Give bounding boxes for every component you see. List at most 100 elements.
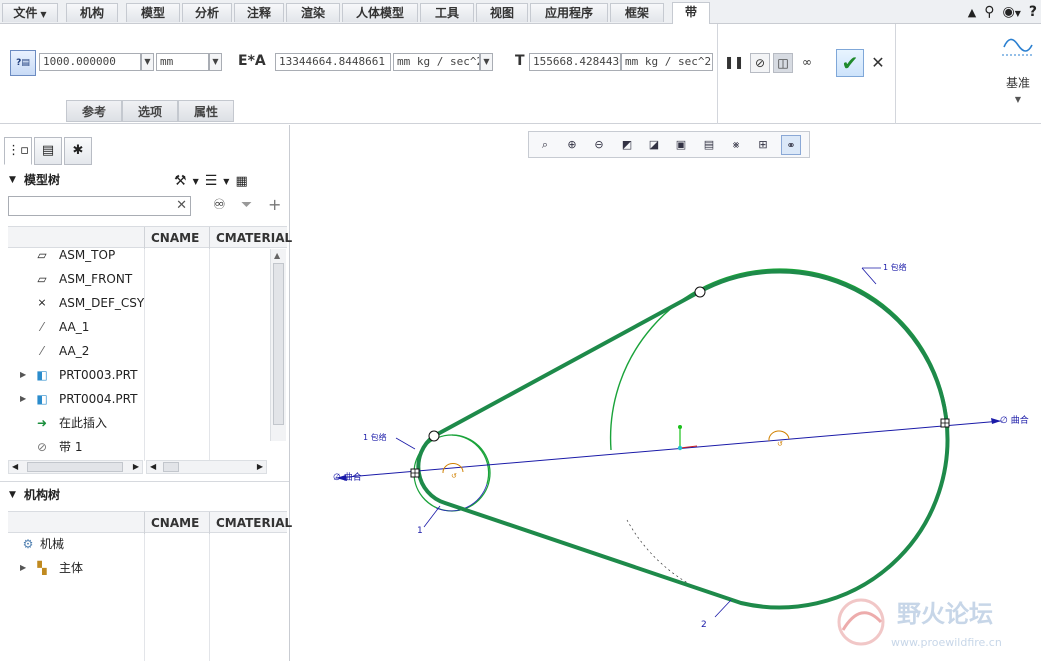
menu-file[interactable]: 文件 ▼: [2, 3, 58, 22]
model-tree-hscrollbar-1[interactable]: ◀ ▶: [8, 460, 143, 474]
no-preview-icon[interactable]: ⊘: [750, 53, 770, 73]
tree-item-asm-def-csys[interactable]: ⨯ ASM_DEF_CSYS: [8, 291, 145, 315]
plane-label-left[interactable]: ∅ 曲合: [333, 471, 362, 483]
mech-item-bodies[interactable]: ▶ ▚ 主体: [8, 556, 138, 580]
refit-icon[interactable]: ⌕: [535, 135, 555, 155]
tangent-point-small[interactable]: [428, 430, 440, 442]
find-binoculars-icon[interactable]: ♾: [213, 197, 226, 213]
saved-orientations-icon[interactable]: ▣: [671, 135, 691, 155]
ok-checkmark-button[interactable]: ✔: [836, 49, 864, 77]
menu-view[interactable]: 视图: [476, 3, 528, 22]
annotation-display-icon[interactable]: ⊞: [753, 135, 773, 155]
cancel-x-button[interactable]: ✕: [868, 53, 888, 73]
tab-references[interactable]: 参考: [66, 100, 122, 122]
elastic-modulus-field[interactable]: 1000.000000: [39, 53, 141, 71]
scroll-left-icon[interactable]: ◀: [150, 461, 156, 473]
scroll-thumb[interactable]: [163, 462, 179, 472]
menu-tools[interactable]: 工具: [420, 3, 474, 22]
tree-item-belt-1[interactable]: ⊘ 带 1: [8, 435, 268, 459]
collapse-triangle-icon[interactable]: ▼: [9, 167, 16, 193]
view-manager-icon[interactable]: ▤: [699, 135, 719, 155]
column-cmaterial[interactable]: CMATERIAL: [216, 512, 292, 534]
add-column-icon[interactable]: +: [268, 195, 281, 214]
graphics-canvas[interactable]: ↺ ↺ 1 包络 1 包络 ∅ 曲合 ∅ 曲合 1 2 野火论坛 www.pro…: [291, 160, 1041, 661]
elastic-modulus-unit[interactable]: mm: [156, 53, 209, 71]
app-menu-icon[interactable]: ◉▼: [1003, 4, 1021, 20]
segment-number-1[interactable]: 1: [417, 526, 423, 536]
plane-label-right[interactable]: ∅ 曲合: [1000, 414, 1029, 426]
show-list-icon[interactable]: ☰: [205, 173, 218, 189]
scroll-up-icon[interactable]: ▲: [274, 251, 280, 260]
menu-framework[interactable]: 框架: [610, 3, 664, 22]
t-value-field[interactable]: 155668.4284436: [529, 53, 621, 71]
tree-item-aa-2[interactable]: ⁄ AA_2: [8, 339, 268, 363]
menu-analysis[interactable]: 分析: [182, 3, 232, 22]
tree-item-aa-1[interactable]: ⁄ AA_1: [8, 315, 268, 339]
mech-item-mechanism[interactable]: ⚙ 机械: [0, 532, 124, 556]
verify-mode-icon[interactable]: ◫: [773, 53, 793, 73]
collapse-triangle-icon[interactable]: ▼: [9, 482, 16, 508]
scroll-thumb[interactable]: [27, 462, 123, 472]
menu-belt[interactable]: 带: [672, 2, 710, 24]
menu-applications[interactable]: 应用程序: [530, 3, 608, 22]
mechanism-tree-header[interactable]: ▼ 机构树: [0, 481, 289, 507]
chevron-down-icon[interactable]: ▼: [996, 95, 1040, 104]
search-icon[interactable]: ⚲: [984, 4, 994, 20]
wrap-label-large[interactable]: 1 包络: [883, 262, 907, 272]
expand-triangle-icon[interactable]: ▶: [20, 556, 26, 580]
clear-icon[interactable]: ✕: [176, 197, 187, 215]
wrap-label-small[interactable]: 1 包络: [363, 432, 387, 442]
value-dropdown-arrow[interactable]: ▼: [141, 53, 154, 71]
settings-tools-icon[interactable]: ⚒: [174, 173, 187, 189]
ea-unit-field[interactable]: mm kg / sec^2: [393, 53, 480, 71]
zoom-in-icon[interactable]: ⊕: [562, 135, 582, 155]
chevron-down-icon[interactable]: ▼: [223, 177, 229, 186]
favorites-tab-icon[interactable]: ✱: [64, 137, 92, 165]
model-tree-tab-icon[interactable]: ⋮▫: [4, 137, 32, 165]
datum-group[interactable]: 基准 ▼: [996, 29, 1040, 114]
scroll-left-icon[interactable]: ◀: [12, 461, 18, 473]
mechanism-display-icon[interactable]: ⚭: [781, 135, 801, 155]
tree-item-asm-top[interactable]: ▱ ASM_TOP: [8, 243, 268, 267]
tab-properties[interactable]: 属性: [178, 100, 234, 122]
segment-number-2[interactable]: 2: [701, 620, 707, 630]
large-pulley-circle[interactable]: [609, 268, 949, 451]
zoom-out-icon[interactable]: ⊖: [589, 135, 609, 155]
ea-unit-dropdown-arrow[interactable]: ▼: [480, 53, 493, 71]
tab-options[interactable]: 选项: [122, 100, 178, 122]
menu-annotate[interactable]: 注释: [234, 3, 284, 22]
datum-display-filters-icon[interactable]: ⨳: [726, 135, 746, 155]
repaint-icon[interactable]: ◩: [617, 135, 637, 155]
column-cname[interactable]: CNAME: [151, 512, 199, 534]
model-tree-vscrollbar[interactable]: ▲: [270, 249, 286, 441]
pause-icon[interactable]: ❚❚: [724, 53, 744, 73]
tree-item-prt0004[interactable]: ▶ ◧ PRT0004.PRT: [8, 387, 145, 411]
chevron-up-icon[interactable]: ▲: [968, 6, 976, 19]
tangent-point-large[interactable]: [694, 286, 706, 298]
scroll-right-icon[interactable]: ▶: [257, 461, 263, 473]
t-unit-field[interactable]: mm kg / sec^2: [621, 53, 713, 71]
model-tree-search-input[interactable]: ✕: [8, 196, 191, 216]
tree-item-prt0003[interactable]: ▶ ◧ PRT0003.PRT: [8, 363, 145, 387]
filter-icon[interactable]: ⏷: [241, 197, 252, 213]
help-icon[interactable]: ?: [1029, 4, 1037, 20]
folder-browser-tab-icon[interactable]: ▤: [34, 137, 62, 165]
menu-render[interactable]: 渲染: [286, 3, 340, 22]
menu-mechanism[interactable]: 机构: [66, 3, 118, 22]
scroll-thumb[interactable]: [273, 263, 284, 425]
belt-path[interactable]: [416, 269, 950, 610]
menu-manikin[interactable]: 人体模型: [342, 3, 418, 22]
display-style-icon[interactable]: ◪: [644, 135, 664, 155]
tree-item-insert-here[interactable]: ➜ 在此插入: [8, 411, 268, 435]
glasses-preview-icon[interactable]: ∞: [797, 53, 817, 73]
unit-dropdown-arrow[interactable]: ▼: [209, 53, 222, 71]
belt-calc-icon[interactable]: ?▤: [10, 50, 36, 76]
model-tree-hscrollbar-2[interactable]: ◀ ▶: [146, 460, 267, 474]
chevron-down-icon[interactable]: ▼: [193, 177, 199, 186]
expand-triangle-icon[interactable]: ▶: [20, 363, 26, 387]
tree-filter-grid-icon[interactable]: ▦: [235, 174, 247, 189]
menu-model[interactable]: 模型: [126, 3, 180, 22]
scroll-right-icon[interactable]: ▶: [133, 461, 139, 473]
tree-item-asm-front[interactable]: ▱ ASM_FRONT: [8, 267, 268, 291]
expand-triangle-icon[interactable]: ▶: [20, 387, 26, 411]
